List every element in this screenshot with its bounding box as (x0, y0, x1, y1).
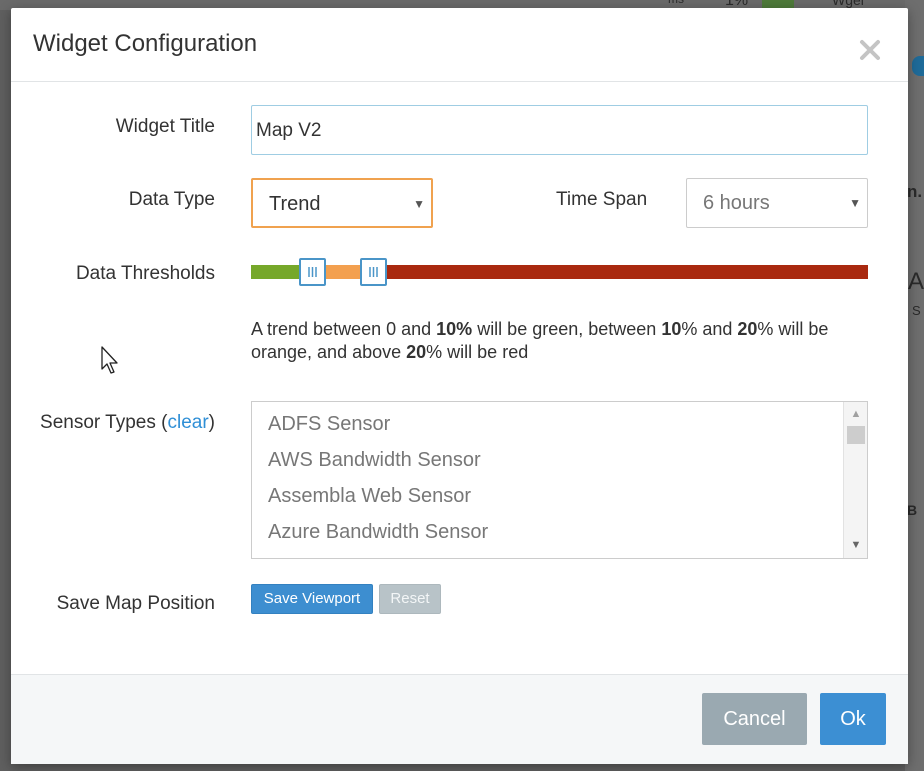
widget-configuration-dialog: Widget Configuration Widget Title Map V2… (11, 8, 908, 764)
desc-bold: 20 (737, 319, 758, 339)
scroll-down-icon[interactable]: ▼ (849, 539, 863, 551)
list-item[interactable]: AWS Bandwidth Sensor (268, 449, 481, 472)
save-map-position-label: Save Map Position (56, 593, 215, 614)
dialog-footer: Cancel Ok (11, 674, 908, 764)
data-thresholds-label: Data Thresholds (75, 263, 215, 284)
background-text-b: B (907, 502, 918, 518)
dialog-title: Widget Configuration (33, 30, 258, 57)
background-text-wgel: Wgel (832, 0, 864, 8)
threshold-high-handle[interactable] (360, 258, 387, 286)
background-badge-green (762, 0, 794, 8)
time-span-value: 6 hours (703, 192, 770, 214)
background-text-a: A (908, 268, 924, 295)
sensor-types-label-text: Sensor Types ( (40, 412, 168, 433)
threshold-slider[interactable] (251, 258, 868, 286)
threshold-description: A trend between 0 and 10% will be green,… (251, 318, 871, 364)
data-type-select[interactable]: Trend ▼ (251, 178, 433, 228)
sensor-list-scrollbar[interactable]: ▲ ▼ (843, 402, 867, 558)
desc-bold: 10 (661, 319, 682, 339)
chevron-down-icon: ▼ (413, 197, 425, 211)
list-item[interactable]: ADFS Sensor (268, 413, 390, 436)
ok-button[interactable]: Ok (820, 693, 886, 745)
background-text-s: S (912, 303, 921, 318)
desc-bold: 20 (406, 342, 427, 362)
desc-text: % will be red (426, 342, 529, 362)
sensor-types-label: Sensor Types (clear) (40, 412, 215, 434)
background-text-ms: ms (668, 0, 684, 6)
cancel-button[interactable]: Cancel (702, 693, 807, 745)
sensor-types-list[interactable]: ADFS Sensor AWS Bandwidth Sensor Assembl… (251, 401, 868, 559)
desc-text: will be green, between (472, 319, 662, 339)
reset-button[interactable]: Reset (379, 584, 441, 614)
scrollbar-thumb[interactable] (847, 426, 865, 444)
background-badge-blue (912, 56, 924, 76)
time-span-label: Time Span (556, 189, 648, 210)
threshold-red-segment (374, 265, 868, 279)
close-icon[interactable] (856, 36, 884, 64)
save-viewport-button[interactable]: Save Viewport (251, 584, 373, 614)
widget-title-input[interactable]: Map V2 (251, 105, 868, 155)
desc-text: % and (681, 319, 738, 339)
clear-link[interactable]: clear (167, 412, 208, 433)
data-type-label: Data Type (128, 189, 215, 210)
background-text-n: n. (907, 182, 923, 201)
threshold-low-handle[interactable] (299, 258, 326, 286)
sensor-types-label-suffix: ) (208, 412, 215, 433)
list-item[interactable]: Azure Bandwidth Sensor (268, 521, 488, 544)
scroll-up-icon[interactable]: ▲ (849, 408, 863, 420)
mouse-pointer-icon (100, 345, 122, 375)
desc-text: A trend between 0 and (251, 319, 437, 339)
list-item[interactable]: Assembla Web Sensor (268, 485, 471, 508)
data-type-value: Trend (269, 193, 321, 215)
widget-title-label: Widget Title (115, 116, 215, 137)
chevron-down-icon: ▼ (849, 196, 861, 210)
time-span-select[interactable]: 6 hours ▼ (686, 178, 868, 228)
desc-bold: 10% (436, 319, 473, 339)
dialog-header: Widget Configuration (11, 8, 908, 82)
